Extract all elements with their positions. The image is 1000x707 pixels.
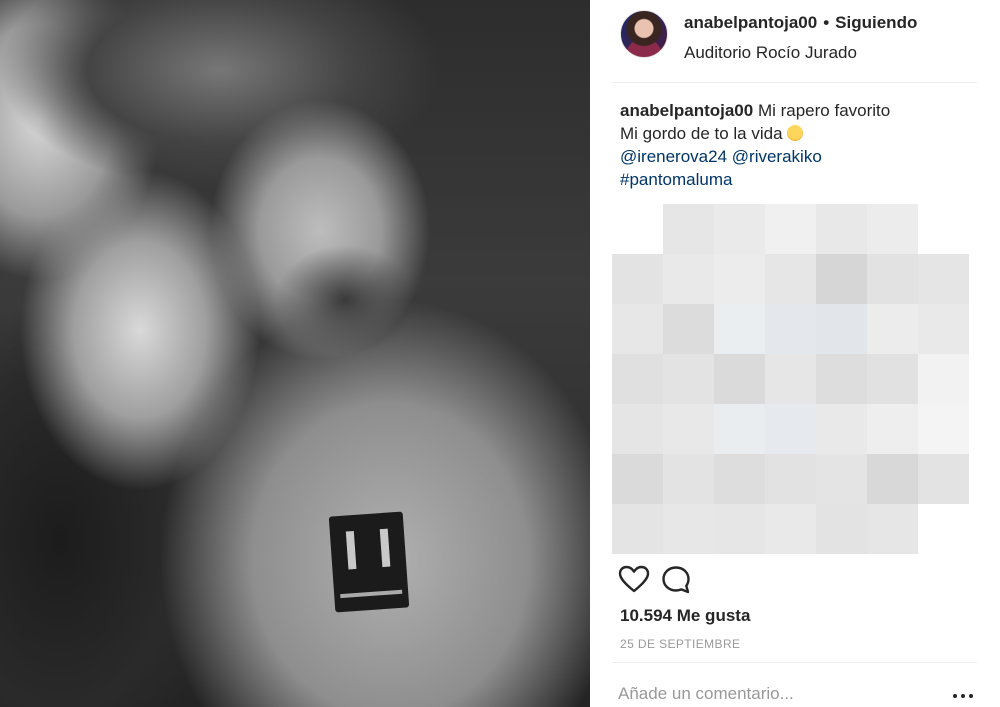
pixel-block xyxy=(765,354,816,404)
hashtag-link[interactable]: #pantomaluma xyxy=(620,170,732,189)
pixel-block xyxy=(867,204,918,254)
divider xyxy=(612,82,977,83)
follow-button[interactable]: Siguiendo xyxy=(835,13,917,32)
pixel-block xyxy=(765,404,816,454)
pixel-block xyxy=(918,354,969,404)
pixel-block xyxy=(867,404,918,454)
pixel-block xyxy=(663,404,714,454)
post-header: anabelpantoja00 • Siguiendo Auditorio Rocí… xyxy=(590,0,1000,82)
post-date[interactable]: 25 DE SEPTIEMBRE xyxy=(620,637,740,651)
pixel-block xyxy=(612,404,663,454)
pixel-block xyxy=(867,304,918,354)
pixel-block xyxy=(765,504,816,554)
pixel-block xyxy=(714,254,765,304)
pixel-block xyxy=(714,304,765,354)
pixel-block xyxy=(816,204,867,254)
pixel-block xyxy=(714,404,765,454)
post-photo[interactable] xyxy=(0,0,590,707)
like-button[interactable] xyxy=(618,564,650,596)
likes-count[interactable]: 10.594 Me gusta xyxy=(620,606,750,626)
caption-line1: Mi rapero favorito xyxy=(757,101,891,120)
pixel-block xyxy=(816,304,867,354)
divider xyxy=(612,662,977,663)
pixel-block xyxy=(663,454,714,504)
pixel-block xyxy=(663,254,714,304)
pixel-block xyxy=(816,404,867,454)
pixel-block xyxy=(714,454,765,504)
pixel-block xyxy=(612,204,663,254)
caption-username[interactable]: anabelpantoja00 xyxy=(620,101,753,120)
pixel-block xyxy=(918,504,969,554)
pixel-block xyxy=(867,454,918,504)
mention-link[interactable]: @riverakiko xyxy=(732,147,822,166)
heart-outline-icon xyxy=(618,565,650,593)
pixel-block xyxy=(663,204,714,254)
pixel-block xyxy=(714,504,765,554)
pixel-block xyxy=(816,254,867,304)
comment-button[interactable] xyxy=(660,564,692,596)
shirt-logo-graphic xyxy=(328,511,410,613)
comment-input[interactable] xyxy=(618,680,938,707)
pixel-block xyxy=(663,354,714,404)
username-link[interactable]: anabelpantoja00 xyxy=(684,13,817,32)
pixel-block xyxy=(714,204,765,254)
pixel-block xyxy=(918,254,969,304)
pixel-block xyxy=(867,254,918,304)
mention-link[interactable]: @irenerova24 xyxy=(620,147,727,166)
pixel-block xyxy=(765,304,816,354)
header-user-line: anabelpantoja00 • Siguiendo xyxy=(684,13,917,33)
pixel-block xyxy=(816,504,867,554)
pixel-block xyxy=(612,304,663,354)
pixel-block xyxy=(816,354,867,404)
pixel-block xyxy=(663,504,714,554)
pixel-block xyxy=(765,454,816,504)
pixel-block xyxy=(612,504,663,554)
comment-bubble-icon xyxy=(662,566,690,594)
caption-line2: Mi gordo de to la vida xyxy=(620,124,783,143)
pixel-block xyxy=(918,404,969,454)
pixel-block xyxy=(612,354,663,404)
pixelated-comments-area xyxy=(612,204,969,554)
pixel-block xyxy=(765,254,816,304)
pixel-block xyxy=(663,304,714,354)
caption: anabelpantoja00 Mi rapero favorito Mi go… xyxy=(620,99,980,191)
emoji-icon xyxy=(786,125,803,141)
post-sidebar: anabelpantoja00 • Siguiendo Auditorio Rocí… xyxy=(590,0,1000,707)
pixel-block xyxy=(816,454,867,504)
pixel-block xyxy=(918,454,969,504)
more-options-button[interactable] xyxy=(952,680,978,704)
pixel-block xyxy=(765,204,816,254)
pixel-block xyxy=(918,204,969,254)
pixel-block xyxy=(714,354,765,404)
pixel-block xyxy=(867,504,918,554)
pixel-block xyxy=(612,254,663,304)
avatar[interactable] xyxy=(620,10,668,58)
pixel-block xyxy=(867,354,918,404)
location-link[interactable]: Auditorio Rocío Jurado xyxy=(684,43,857,63)
separator-dot: • xyxy=(823,13,830,32)
pixel-block xyxy=(918,304,969,354)
pixel-block xyxy=(612,454,663,504)
